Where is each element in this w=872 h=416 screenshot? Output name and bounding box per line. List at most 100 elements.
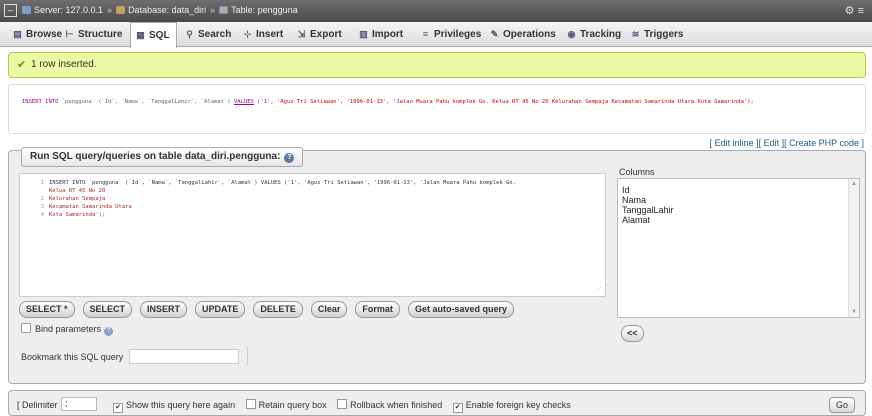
show-query-label: Show this query here again xyxy=(126,400,236,410)
edit-link[interactable]: [ Edit ] xyxy=(759,138,785,148)
sql-columns: (`Id`, `Nama`, `TanggalLahir`, `Alamat`) xyxy=(98,99,231,105)
insert-column-button[interactable]: << xyxy=(621,325,644,342)
editor-code: 1 INSERT INTO `pengguna` (`Id`, `Nama`, `… xyxy=(30,179,600,219)
table-icon xyxy=(219,6,229,14)
show-query-checkbox[interactable]: ✔ xyxy=(113,403,123,413)
tab-label: Search xyxy=(198,29,232,40)
triggers-icon: ≋ xyxy=(631,29,640,39)
columns-scrollbar[interactable]: ▲ ▼ xyxy=(848,179,859,317)
line-number: 2 xyxy=(40,196,44,202)
tab-export[interactable]: ⇲ Export xyxy=(296,22,342,46)
tab-triggers[interactable]: ≋ Triggers xyxy=(630,22,684,46)
delimiter-label: [ Delimiter xyxy=(17,400,58,410)
tab-label: Structure xyxy=(78,29,123,40)
export-icon: ⇲ xyxy=(297,29,306,39)
success-text: 1 row inserted. xyxy=(31,59,97,70)
editor-line: 3 Kecamatan Samarinda Utara xyxy=(30,203,600,211)
column-option[interactable]: Nama xyxy=(618,195,859,205)
search-icon: ⚲ xyxy=(186,29,193,39)
bookmark-label: Bookmark this SQL query xyxy=(21,352,124,362)
tab-label: Import xyxy=(372,29,404,40)
sql-query-panel: Run SQL query/queries on table data_diri… xyxy=(8,147,866,384)
scroll-down-icon[interactable]: ▼ xyxy=(851,309,857,315)
insert-icon: ⊹ xyxy=(243,29,252,39)
column-option[interactable]: TanggalLahir xyxy=(618,205,859,215)
tab-operations[interactable]: ✎ Operations xyxy=(489,22,556,46)
retain-query-box-checkbox[interactable] xyxy=(245,399,256,409)
tab-privileges[interactable]: ≡ Privileges xyxy=(420,22,481,46)
tab-browse[interactable]: ▤ Browse xyxy=(12,22,62,46)
rollback-checkbox[interactable] xyxy=(337,399,348,409)
tab-tracking[interactable]: ◉ Tracking xyxy=(566,22,622,46)
scroll-up-icon[interactable]: ▲ xyxy=(851,181,857,187)
tab-label: SQL xyxy=(149,30,170,41)
sql-values: ('1', 'Agus Tri Setiawan', '1996-01-13',… xyxy=(257,99,754,105)
sql-editor[interactable]: 1 INSERT INTO `pengguna` (`Id`, `Nama`, `… xyxy=(19,173,606,297)
select-star-button[interactable]: SELECT * xyxy=(19,301,75,318)
line-number: 1 xyxy=(40,180,44,186)
settings-gear-icon[interactable]: ⚙ ≡ xyxy=(845,4,864,17)
line-text: Kelurahan Sempaja xyxy=(49,196,106,202)
select-button[interactable]: SELECT xyxy=(82,301,133,318)
bind-parameters-checkbox[interactable] xyxy=(21,323,31,333)
tab-structure[interactable]: ⊢ Structure xyxy=(64,22,123,46)
create-php-code-link[interactable]: [ Create PHP code ] xyxy=(784,138,864,148)
line-text: Kelua RT 45 No 20 xyxy=(49,188,106,194)
privileges-icon: ≡ xyxy=(422,29,429,39)
line-number: 4 xyxy=(40,212,44,218)
import-icon: ▥ xyxy=(359,29,368,39)
tab-label: Tracking xyxy=(580,29,622,40)
sql-keyword: INSERT INTO xyxy=(22,99,59,105)
divider xyxy=(247,347,248,365)
collapse-nav-icon[interactable]: – xyxy=(4,4,17,17)
tab-label: Insert xyxy=(256,29,284,40)
columns-list[interactable]: Id Nama TanggalLahir Alamat ▲ ▼ xyxy=(617,178,860,318)
success-message: ✔ 1 row inserted. xyxy=(8,52,866,78)
breadcrumb-bar: – Server: 127.0.0.1 » Database: data_diri »… xyxy=(0,0,872,22)
breadcrumb-table[interactable]: Table: pengguna xyxy=(231,5,298,15)
tab-label: Export xyxy=(310,29,342,40)
help-icon[interactable]: ? xyxy=(104,327,114,336)
delimiter-input[interactable]: ; xyxy=(61,397,97,411)
retain-query-box-label: Retain query box xyxy=(258,400,327,410)
breadcrumb-server[interactable]: Server: 127.0.0.1 xyxy=(34,5,103,15)
tab-search[interactable]: ⚲ Search xyxy=(184,22,231,46)
delete-button[interactable]: DELETE xyxy=(253,301,303,318)
sql-icon: ▦ xyxy=(136,30,145,40)
executed-sql-box: INSERT INTO `pengguna` (`Id`, `Nama`, `T… xyxy=(8,84,866,134)
tab-label: Browse xyxy=(26,29,63,40)
query-options: ✔ Show this query here again Retain query… xyxy=(105,399,571,413)
tab-sql[interactable]: ▦ SQL xyxy=(130,22,177,48)
format-button[interactable]: Format xyxy=(355,301,400,318)
rollback-label: Rollback when finished xyxy=(350,400,443,410)
panel-legend: Run SQL query/queries on table data_diri… xyxy=(21,147,304,167)
bookmark-input[interactable] xyxy=(129,349,239,364)
go-button[interactable]: Go xyxy=(828,397,855,413)
line-text: Kecamatan Samarinda Utara xyxy=(49,204,132,210)
clear-button[interactable]: Clear xyxy=(310,301,348,318)
structure-icon: ⊢ xyxy=(65,29,74,39)
browse-icon: ▤ xyxy=(13,29,22,39)
update-button[interactable]: UPDATE xyxy=(195,301,246,318)
tracking-icon: ◉ xyxy=(567,29,576,39)
column-option[interactable]: Id xyxy=(618,185,859,195)
foreign-key-checks-checkbox[interactable]: ✔ xyxy=(452,403,463,413)
breadcrumb-database[interactable]: Database: data_diri xyxy=(128,5,206,15)
editor-line: Kelua RT 45 No 20 xyxy=(30,187,600,195)
operations-icon: ✎ xyxy=(490,29,499,39)
tab-insert[interactable]: ⊹ Insert xyxy=(242,22,284,46)
panel-title: Run SQL query/queries on table data_diri… xyxy=(30,151,281,162)
insert-button[interactable]: INSERT xyxy=(140,301,188,318)
get-auto-saved-query-button[interactable]: Get auto-saved query xyxy=(407,301,514,318)
column-option[interactable]: Alamat xyxy=(618,215,859,225)
breadcrumb: Server: 127.0.0.1 » Database: data_diri » Ta… xyxy=(22,5,298,15)
executed-sql: INSERT INTO `pengguna` (`Id`, `Nama`, `T… xyxy=(22,98,852,106)
bind-parameters-row: Bind parameters? xyxy=(21,323,114,336)
breadcrumb-separator: » xyxy=(107,5,113,15)
resize-grip-icon[interactable]: ⋰ xyxy=(595,286,602,294)
tab-import[interactable]: ▥ Import xyxy=(358,22,403,46)
query-links: [ Edit inline ][ Edit ][ Create PHP code… xyxy=(710,138,864,148)
sql-keyword[interactable]: VALUES xyxy=(234,99,254,105)
help-icon[interactable]: ? xyxy=(284,153,295,163)
edit-inline-link[interactable]: [ Edit inline ] xyxy=(710,138,759,148)
